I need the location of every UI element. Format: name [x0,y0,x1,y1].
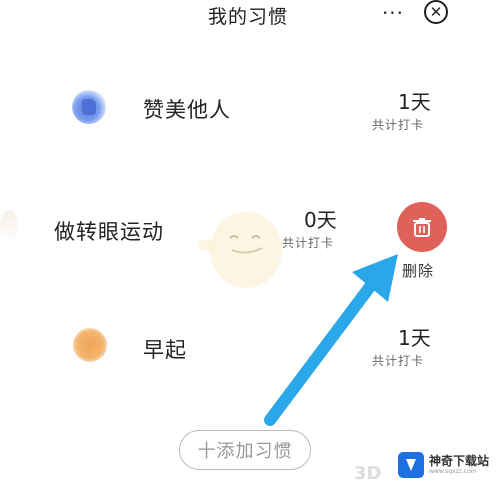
brand-logo-icon [398,452,424,478]
habits-screen: 我的习惯 ··· ✕ 赞美他人 1天 共计打卡 做转眼运动 0天 共计打卡 删除… [0,0,496,495]
watermark-text: 3D [354,463,382,484]
brand-watermark: 神奇下载站 www.sqxzz.com [398,445,490,485]
brand-name: 神奇下载站 [429,454,490,468]
brand-url: www.sqxzz.com [429,468,477,475]
arrow-pointer-icon [264,254,398,426]
